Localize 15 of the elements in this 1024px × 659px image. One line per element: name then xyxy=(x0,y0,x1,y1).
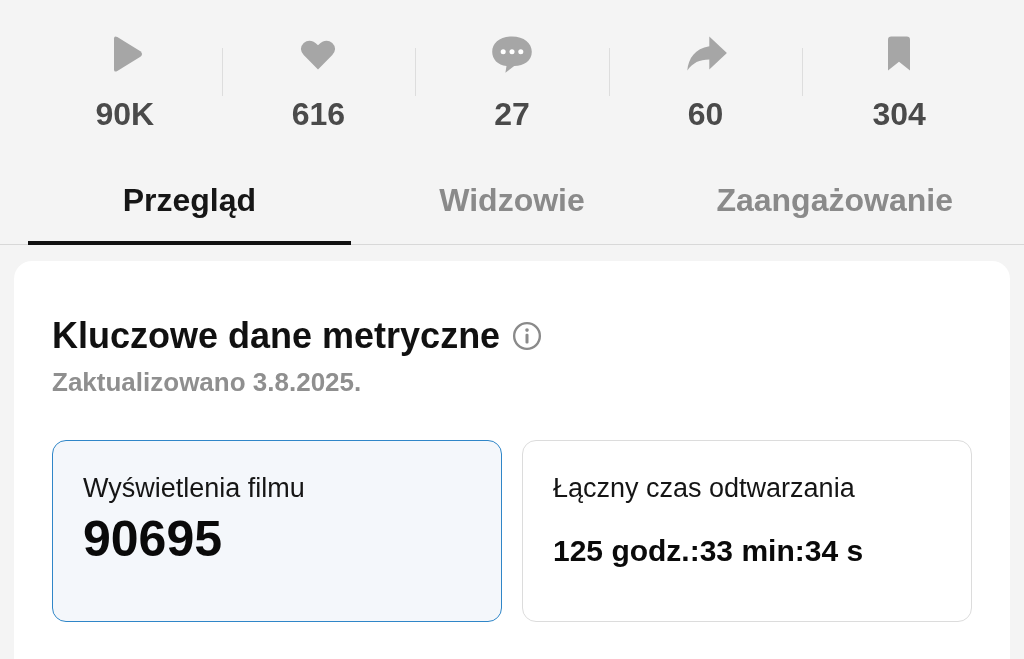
stat-count: 60 xyxy=(687,96,724,133)
stat-count: 27 xyxy=(494,96,530,133)
metric-label: Łączny czas odtwarzania xyxy=(553,473,856,504)
stat-count: 304 xyxy=(872,96,926,133)
stat-count: 616 xyxy=(291,96,346,133)
metric-card[interactable]: Łączny czas odtwarzania 125 godz.:33 min:34 s xyxy=(522,440,972,622)
section-title: Kluczowe dane metryczne xyxy=(52,315,501,357)
info-icon[interactable] xyxy=(512,321,543,351)
tab[interactable]: Przegląd xyxy=(28,170,351,245)
metric-value: 125 godz.:33 min:34 s xyxy=(553,534,865,568)
updated-date: Zaktualizowano 3.8.2025. xyxy=(52,367,363,398)
metric-label: Wyświetlenia filmu xyxy=(83,473,306,504)
stat-count: 90K xyxy=(95,96,155,133)
metric-card[interactable]: Wyświetlenia filmu 90695 xyxy=(52,440,502,622)
metric-value: 90695 xyxy=(83,510,224,568)
